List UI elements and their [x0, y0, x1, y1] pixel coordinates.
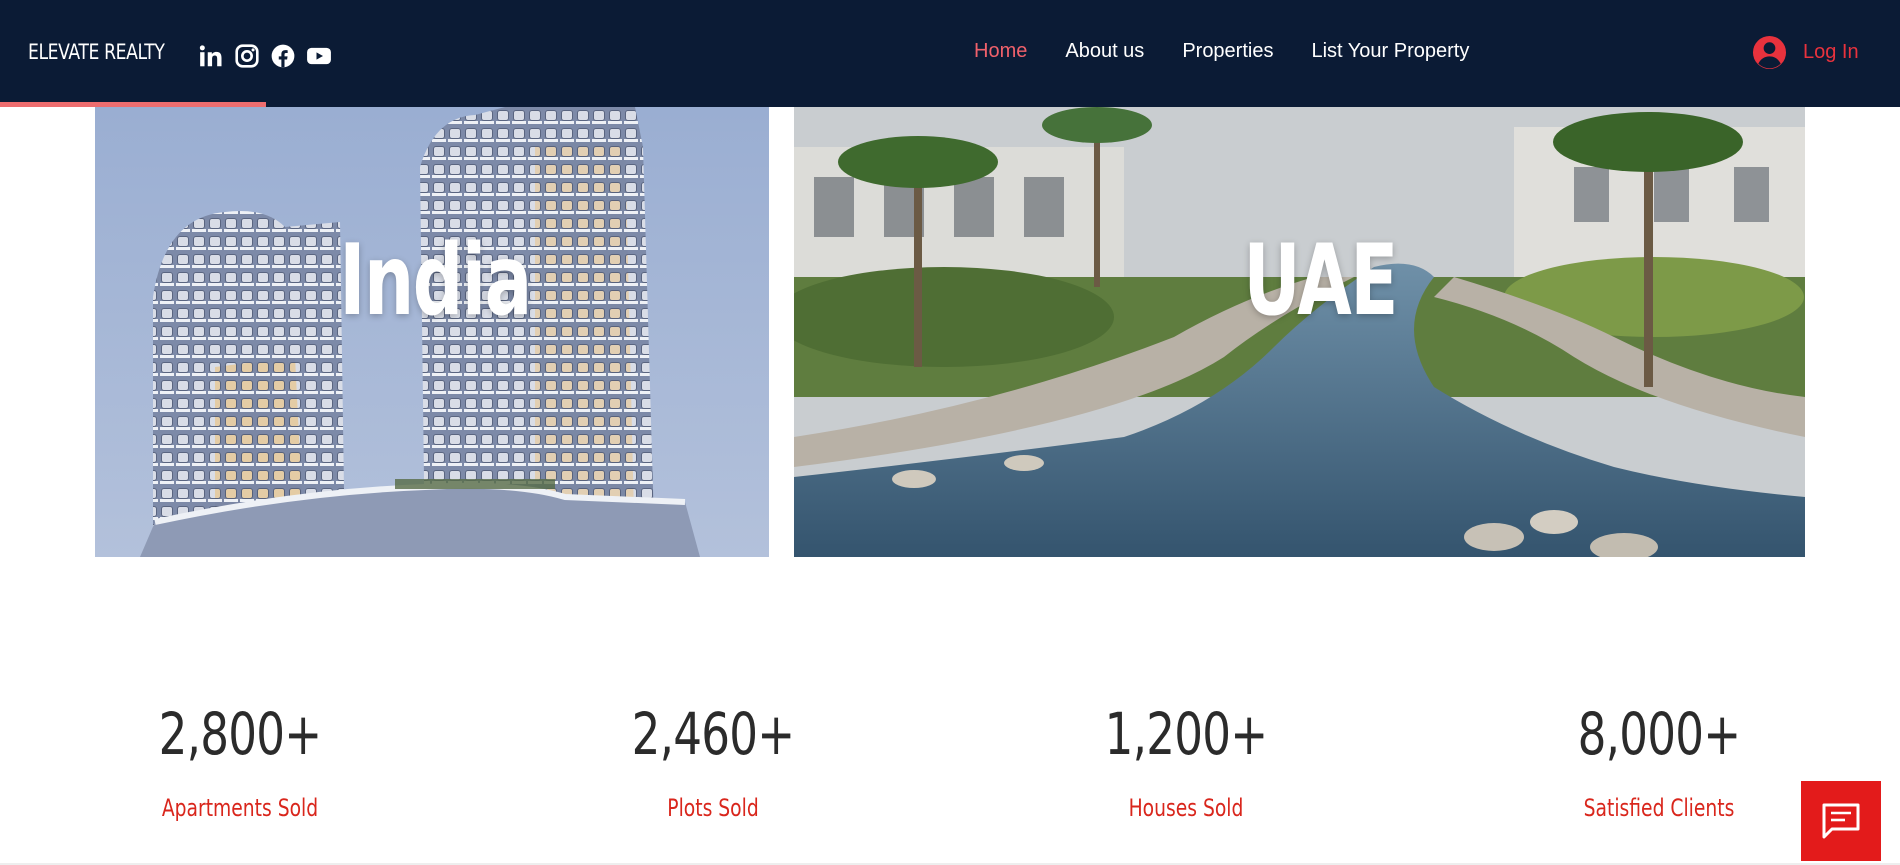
nav-list-your-property[interactable]: List Your Property [1311, 40, 1469, 63]
region-title-uae: UAE [1243, 224, 1398, 338]
main-nav: Home About us Properties List Your Prope… [974, 40, 1507, 63]
stat-label: Satisfied Clients [1583, 794, 1735, 822]
stat-satisfied-clients: 8,000+ Satisfied Clients [1509, 700, 1809, 822]
region-card-india[interactable]: India [95, 107, 769, 557]
region-title-india: India [339, 224, 532, 338]
stat-value: 2,460+ [631, 700, 796, 768]
stat-value: 8,000+ [1577, 700, 1742, 768]
facebook-icon[interactable] [270, 43, 296, 69]
linkedin-icon[interactable] [198, 43, 224, 69]
site-header: ELEVATE REALTY Home About us Properties … [0, 0, 1900, 107]
nav-about-us[interactable]: About us [1065, 40, 1144, 63]
stat-label: Apartments Sold [161, 794, 319, 822]
stat-plots-sold: 2,460+ Plots Sold [563, 700, 863, 822]
chat-button[interactable] [1801, 781, 1881, 861]
brand-logo-text[interactable]: ELEVATE REALTY [28, 40, 165, 64]
youtube-icon[interactable] [306, 43, 332, 69]
login-label: Log In [1803, 41, 1859, 63]
stat-houses-sold: 1,200+ Houses Sold [1036, 700, 1336, 822]
user-avatar-icon [1752, 35, 1787, 70]
region-card-uae[interactable]: UAE [794, 107, 1805, 557]
stat-label: Houses Sold [1128, 794, 1244, 822]
stat-value: 2,800+ [158, 700, 323, 768]
instagram-icon[interactable] [234, 43, 260, 69]
nav-home[interactable]: Home [974, 40, 1027, 63]
stat-apartments-sold: 2,800+ Apartments Sold [90, 700, 390, 822]
nav-properties[interactable]: Properties [1182, 40, 1273, 63]
social-links [198, 43, 332, 69]
stat-label: Plots Sold [667, 794, 759, 822]
stat-value: 1,200+ [1104, 700, 1269, 768]
login-button[interactable]: Log In [1752, 35, 1859, 70]
chat-icon [1822, 803, 1860, 839]
